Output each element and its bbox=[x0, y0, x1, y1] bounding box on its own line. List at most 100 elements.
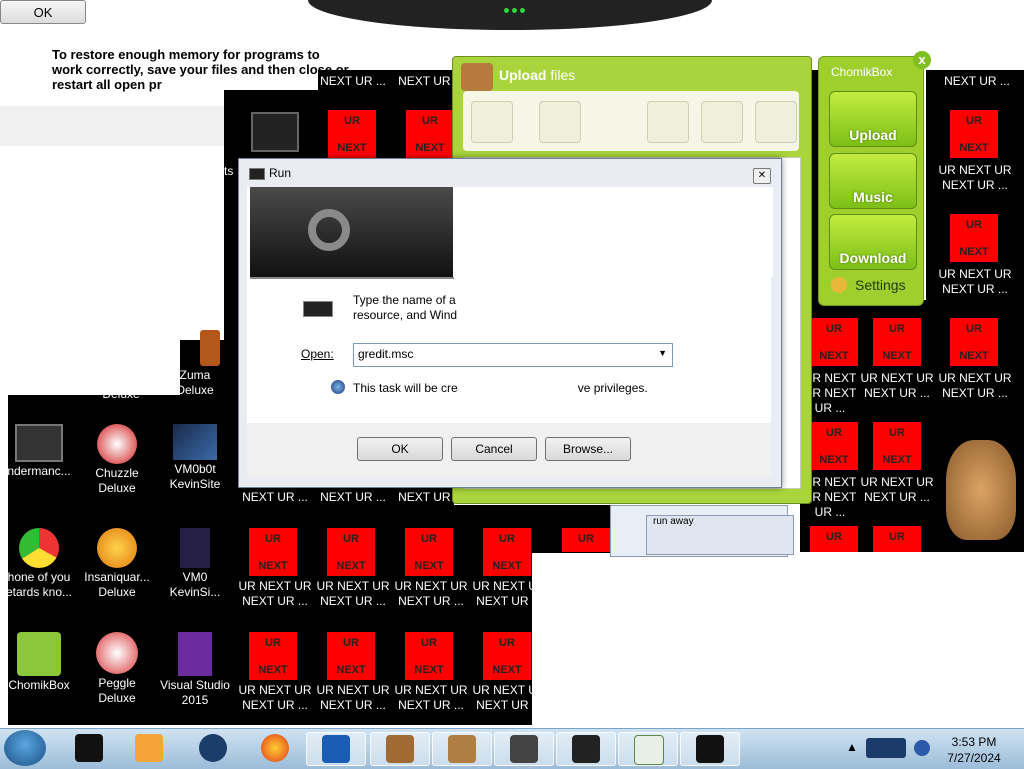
ur-next-tile[interactable]: UR NEXT bbox=[950, 214, 998, 262]
open-combobox[interactable]: ▼ bbox=[353, 343, 673, 367]
ok-button[interactable]: OK bbox=[0, 0, 86, 24]
taskbar-item[interactable] bbox=[120, 732, 178, 764]
desktop-icon-chuzzle[interactable]: Chuzzle Deluxe bbox=[82, 424, 152, 496]
desktop-icon-label[interactable]: NEXT UR ... bbox=[314, 74, 392, 89]
taskbar-item[interactable] bbox=[246, 732, 304, 764]
show-hidden-icons-icon[interactable]: ▲ bbox=[846, 740, 858, 754]
clock[interactable]: 3:53 PM 7/27/2024 bbox=[938, 734, 1010, 766]
ur-next-tile[interactable]: UR NEXT bbox=[873, 318, 921, 366]
desktop-icon-label[interactable]: UR NEXT UR NEXT UR ... bbox=[236, 579, 314, 609]
desktop-icon-vm0[interactable]: VM0 KevinSi... bbox=[160, 528, 230, 600]
taskbar-item[interactable] bbox=[184, 732, 242, 764]
icon-label: ndermanc... bbox=[7, 464, 71, 478]
ur-next-tile[interactable]: UR NEXT bbox=[249, 528, 297, 576]
run-icon bbox=[249, 168, 265, 180]
download-button[interactable]: Download bbox=[829, 214, 917, 270]
ur-next-tile[interactable]: UR NEXT bbox=[328, 110, 376, 158]
desktop-icon[interactable]: ndermanc... bbox=[4, 424, 74, 479]
settings-link[interactable]: Settings bbox=[855, 277, 906, 293]
desktop-icon-label: ts bbox=[224, 164, 234, 178]
desktop-icon-label[interactable]: UR NEXT UR NEXT UR ... bbox=[392, 683, 470, 713]
add-file-button[interactable] bbox=[471, 101, 513, 143]
monitor-icon bbox=[572, 735, 600, 763]
desktop-icon-label[interactable]: UR NEXT UR NEXT UR ... bbox=[936, 371, 1014, 401]
desktop-icon-label[interactable]: NEXT UR ... bbox=[236, 490, 314, 505]
ur-next-tile[interactable]: UR NEXT bbox=[873, 422, 921, 470]
desktop-icon-peggle[interactable]: Peggle Deluxe bbox=[82, 632, 152, 706]
taskbar-item[interactable] bbox=[556, 732, 616, 766]
ur-next-tile[interactable]: UR NEXT bbox=[249, 632, 297, 680]
desktop-icon-insaniquarium[interactable]: Insaniquar... Deluxe bbox=[82, 528, 152, 600]
visual-studio-icon bbox=[178, 632, 212, 676]
taskbar-item[interactable] bbox=[60, 732, 118, 764]
gear-icon bbox=[308, 209, 350, 251]
browse-button[interactable]: Browse... bbox=[545, 437, 631, 461]
ur-next-tile[interactable]: UR NEXT bbox=[810, 422, 858, 470]
chomikbox-title: ChomikBox bbox=[831, 65, 893, 79]
icon-label: Chuzzle Deluxe bbox=[95, 466, 139, 495]
desktop-icon-label[interactable]: UR NEXT UR NEXT UR ... bbox=[392, 579, 470, 609]
chomik-button[interactable] bbox=[647, 101, 689, 143]
desktop-icon-label[interactable]: NEXT UR ... bbox=[314, 490, 392, 505]
fish-icon bbox=[97, 528, 137, 568]
desktop-icon-label[interactable]: UR NEXT UR NEXT UR ... bbox=[236, 683, 314, 713]
ur-next-tile[interactable]: UR NEXT bbox=[405, 528, 453, 576]
desktop-icon-visual-studio[interactable]: Visual Studio 2015 bbox=[160, 632, 230, 708]
icon-label: ney Deluxe bbox=[102, 372, 140, 401]
ur-next-tile[interactable]: UR bbox=[810, 526, 858, 552]
desktop-icon-label[interactable]: UR NEXT UR NEXT UR ... bbox=[470, 579, 548, 609]
desktop-icon-label[interactable]: UR NEXT UR NEXT UR ... bbox=[936, 163, 1014, 193]
desktop-icon-label[interactable]: UR NEXT UR NEXT UR ... bbox=[314, 683, 392, 713]
desktop-icon-label[interactable]: UR NEXT UR NEXT UR ... bbox=[858, 475, 936, 505]
desktop-icon-label[interactable]: UR NEXT UR NEXT UR ... bbox=[936, 267, 1014, 297]
add-folder-button[interactable] bbox=[539, 101, 581, 143]
start-button[interactable] bbox=[4, 730, 46, 766]
desktop-icon-label[interactable]: UR NEXT UR NEXT UR ... bbox=[470, 683, 548, 713]
run-icon bbox=[303, 301, 333, 317]
music-button[interactable]: Music bbox=[829, 153, 917, 209]
close-icon[interactable]: x bbox=[913, 51, 931, 69]
ur-next-tile[interactable]: UR NEXT bbox=[483, 528, 531, 576]
desktop-icon-vm0b0t[interactable]: VM0b0t KevinSite bbox=[160, 424, 230, 492]
window-title: Upload files bbox=[499, 67, 576, 83]
desktop-icon-label[interactable]: NEXT UR ... bbox=[938, 74, 1016, 89]
desktop-icon-chomikbox[interactable]: ChomikBox bbox=[4, 632, 74, 693]
desktop-icon-label[interactable]: UR NEXT UR NEXT UR ... bbox=[314, 579, 392, 609]
globe-icon bbox=[199, 734, 227, 762]
ur-next-tile[interactable]: UR NEXT bbox=[483, 632, 531, 680]
banner-image bbox=[250, 187, 454, 279]
chevron-down-icon[interactable]: ▼ bbox=[658, 348, 667, 358]
ur-next-tile[interactable]: UR NEXT bbox=[405, 632, 453, 680]
ur-next-tile[interactable]: UR NEXT bbox=[327, 528, 375, 576]
taskbar-item[interactable] bbox=[306, 732, 366, 766]
network-icon[interactable] bbox=[914, 740, 930, 756]
upload-toolbar bbox=[463, 91, 799, 151]
taskbar-item-run[interactable] bbox=[680, 732, 740, 766]
hamster-icon bbox=[17, 632, 61, 676]
hamster-upload-icon bbox=[461, 63, 493, 91]
clipboard-button[interactable] bbox=[701, 101, 743, 143]
open-input[interactable] bbox=[354, 344, 652, 364]
ur-next-tile[interactable]: UR NEXT bbox=[810, 318, 858, 366]
taskbar-item-chomikbox[interactable] bbox=[370, 732, 430, 766]
hamster-icon bbox=[386, 735, 414, 763]
ur-next-tile[interactable]: UR bbox=[562, 528, 610, 552]
ur-next-tile[interactable]: UR NEXT bbox=[950, 110, 998, 158]
ur-next-tile[interactable]: UR bbox=[873, 526, 921, 552]
desktop-icon[interactable] bbox=[240, 112, 310, 154]
ur-next-tile[interactable]: UR NEXT bbox=[950, 318, 998, 366]
cancel-button[interactable]: Cancel bbox=[451, 437, 537, 461]
upload-button[interactable]: Upload bbox=[829, 91, 917, 147]
ur-next-tile[interactable]: UR NEXT bbox=[327, 632, 375, 680]
ok-button[interactable]: OK bbox=[357, 437, 443, 461]
ur-next-tile[interactable]: UR NEXT bbox=[406, 110, 454, 158]
desktop-icon[interactable]: hone of you etards kno... bbox=[4, 528, 74, 600]
settings-gear-button[interactable] bbox=[755, 101, 797, 143]
taskbar-item[interactable] bbox=[618, 732, 678, 766]
close-button[interactable]: ✕ bbox=[753, 168, 771, 184]
desktop-icon-label[interactable]: UR NEXT UR NEXT UR ... bbox=[858, 371, 936, 401]
desktop-icon-zuma[interactable]: Zuma Deluxe bbox=[160, 330, 230, 398]
taskbar-item[interactable] bbox=[494, 732, 554, 766]
taskbar-item-upload[interactable] bbox=[432, 732, 492, 766]
tray-app-icon[interactable] bbox=[866, 738, 906, 758]
